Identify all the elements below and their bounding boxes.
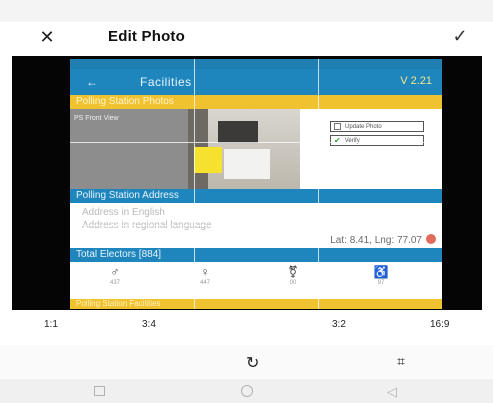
edit-tools-row: ↻ ⌗ bbox=[0, 345, 493, 379]
photo-preview[interactable]: ← Facilities V 2.21 Polling Station Phot… bbox=[70, 59, 442, 309]
crop-grid-line bbox=[70, 142, 442, 143]
crop-canvas[interactable]: ← Facilities V 2.21 Polling Station Phot… bbox=[12, 56, 482, 310]
map-pin-icon bbox=[426, 234, 436, 244]
back-triangle-icon[interactable]: ◁ bbox=[387, 384, 397, 400]
recents-square-icon[interactable] bbox=[94, 386, 105, 396]
photos-row: PS Front View Update Photo ✔ Verify bbox=[70, 109, 442, 189]
ratio-3-2[interactable]: 3:2 bbox=[332, 319, 346, 330]
male-icon: ♂ 437 bbox=[100, 265, 130, 286]
wheelchair-icon: ♿ 97 bbox=[366, 265, 396, 286]
rotate-icon[interactable]: ↻ bbox=[246, 353, 259, 373]
lat-lng-text: Lat: 8.41, Lng: 77.07 bbox=[330, 235, 422, 246]
address-english: Address in English bbox=[82, 207, 165, 218]
photo-actions: Update Photo ✔ Verify bbox=[300, 109, 442, 189]
elector-count: 00 bbox=[289, 280, 297, 286]
section-photos: Polling Station Photos bbox=[70, 95, 442, 109]
check-icon[interactable]: ✓ bbox=[450, 26, 470, 46]
crop-grid-line bbox=[70, 225, 442, 226]
edit-photo-screen: ✕ Edit Photo ✓ ← Facilities V 2.21 Polli… bbox=[0, 0, 493, 403]
ratio-3-4[interactable]: 3:4 bbox=[142, 319, 156, 330]
crop-grid-line bbox=[318, 59, 319, 309]
checkbox-icon bbox=[334, 123, 341, 130]
home-circle-icon[interactable] bbox=[241, 385, 253, 397]
edit-header: ✕ Edit Photo ✓ bbox=[0, 22, 493, 52]
thumb-white-area bbox=[224, 149, 270, 179]
elector-count: 97 bbox=[377, 280, 385, 286]
thumb-yellow-area bbox=[194, 147, 222, 173]
photo-app-title: Facilities bbox=[140, 75, 192, 89]
ratio-16-9[interactable]: 16:9 bbox=[430, 319, 449, 330]
front-view-placeholder: PS Front View bbox=[70, 109, 188, 189]
elector-icons-row: ♂ 437 ♀ 447 ⚧ 00 ♿ 97 bbox=[70, 263, 442, 299]
back-arrow-icon: ← bbox=[86, 75, 98, 89]
photo-status-bar bbox=[70, 59, 442, 69]
update-photo-label: Update Photo bbox=[345, 123, 382, 130]
elector-count: 437 bbox=[109, 280, 120, 286]
aspect-ratio-bar: 1:1 3:4 3:2 16:9 bbox=[0, 313, 493, 339]
photo-app-bar: ← Facilities V 2.21 bbox=[70, 69, 442, 95]
front-view-label: PS Front View bbox=[74, 115, 119, 122]
ratio-1-1[interactable]: 1:1 bbox=[44, 319, 58, 330]
photo-app-version: V 2.21 bbox=[400, 75, 432, 87]
system-nav-bar: ◁ bbox=[0, 379, 493, 403]
section-facilities: Polling Station Facilities bbox=[70, 299, 442, 309]
verify-button: ✔ Verify bbox=[330, 135, 424, 146]
close-icon[interactable]: ✕ bbox=[38, 28, 56, 46]
crop-grid-line bbox=[194, 59, 195, 309]
station-photo-thumbnail bbox=[188, 109, 300, 189]
device-status-bar bbox=[0, 0, 493, 22]
thumb-dark-area bbox=[218, 121, 258, 143]
transgender-icon: ⚧ 00 bbox=[278, 265, 308, 286]
section-address: Polling Station Address bbox=[70, 189, 442, 203]
page-title: Edit Photo bbox=[108, 28, 185, 45]
section-electors: Total Electors [884] bbox=[70, 248, 442, 262]
update-photo-button: Update Photo bbox=[330, 121, 424, 132]
crop-icon[interactable]: ⌗ bbox=[397, 353, 405, 370]
